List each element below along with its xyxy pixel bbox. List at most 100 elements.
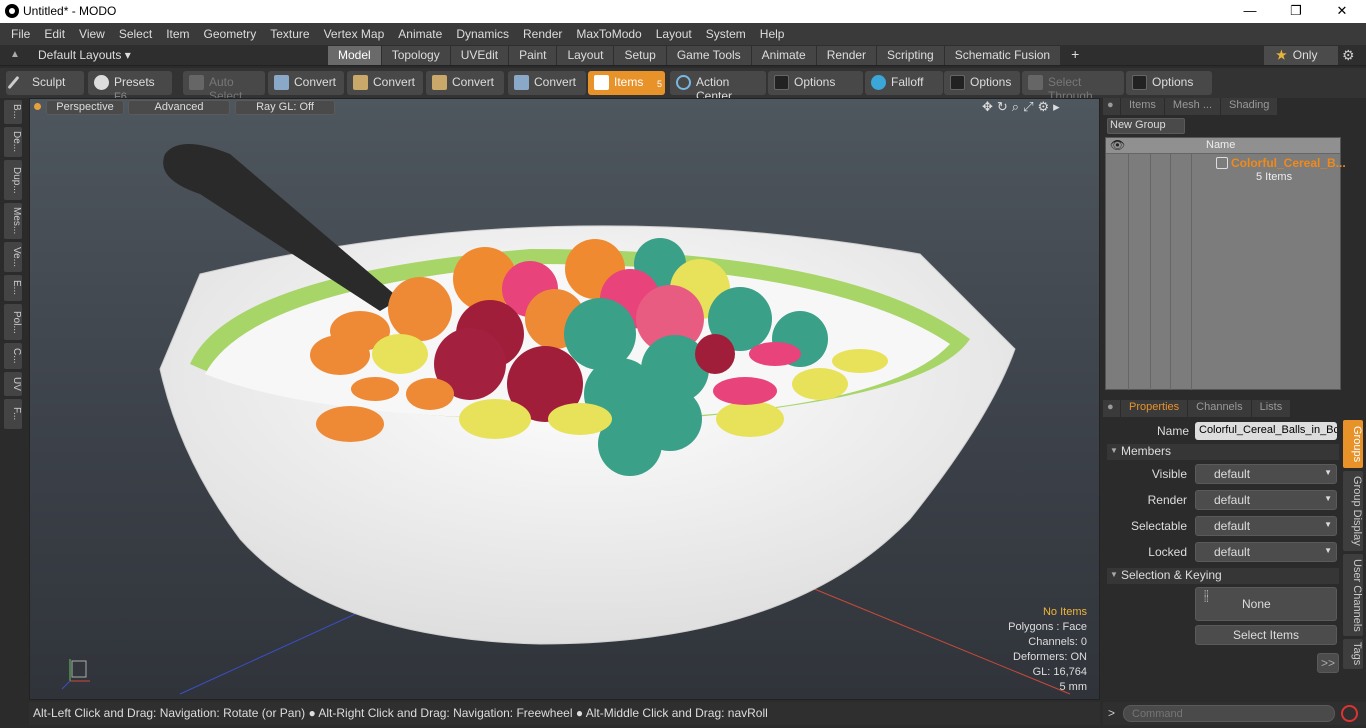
vtab-user-channels[interactable]: User Channels xyxy=(1343,554,1363,636)
tab-model[interactable]: Model xyxy=(328,46,382,65)
tab-schematic-fusion[interactable]: Schematic Fusion xyxy=(944,46,1062,65)
maximize-button[interactable]: ❐ xyxy=(1276,2,1316,22)
locked-label: Locked xyxy=(1148,545,1187,559)
selection-keying-section[interactable]: Selection & Keying xyxy=(1107,568,1339,584)
menu-item[interactable]: Item xyxy=(159,27,196,41)
rail-tab-vertex[interactable]: Ve... xyxy=(4,242,22,272)
visible-label: Visible xyxy=(1151,467,1187,481)
panel-menu-icon[interactable]: ● xyxy=(1103,400,1121,417)
auto-select-button[interactable]: Auto Select xyxy=(183,71,265,103)
only-label: Only xyxy=(1292,48,1318,62)
action-center-button[interactable]: Action Center xyxy=(670,71,766,103)
layout-arrows-icon[interactable]: ▲ xyxy=(10,49,20,60)
render-dropdown[interactable]: default xyxy=(1195,490,1337,510)
command-prompt: > xyxy=(1108,706,1116,720)
tab-topology[interactable]: Topology xyxy=(381,46,451,65)
menu-render[interactable]: Render xyxy=(516,27,569,41)
3d-viewport[interactable]: Perspective Advanced Ray GL: Off ✥↻⌕⤢⚙▸ … xyxy=(29,98,1100,700)
advanced-button[interactable]: Advanced xyxy=(128,100,230,115)
tab-layout[interactable]: Layout xyxy=(557,46,615,65)
minimize-button[interactable]: — xyxy=(1230,2,1270,22)
items-button[interactable]: Items 5 xyxy=(588,71,665,95)
convert-button-1[interactable]: Convert xyxy=(268,71,344,95)
rail-tab-mesh[interactable]: Mes... xyxy=(4,203,22,239)
selectable-dropdown[interactable]: default xyxy=(1195,516,1337,536)
falloff-button[interactable]: Falloff xyxy=(865,71,943,95)
tab-shading[interactable]: Shading xyxy=(1221,98,1279,115)
rail-tab-b[interactable]: B... xyxy=(4,100,22,124)
tab-paint[interactable]: Paint xyxy=(509,46,558,65)
menu-select[interactable]: Select xyxy=(112,27,159,41)
options-button-3[interactable]: Options xyxy=(1126,71,1212,95)
vtab-group-display[interactable]: Group Display xyxy=(1343,471,1363,551)
group-name[interactable]: Colorful_Cereal_B... xyxy=(1231,156,1346,170)
menu-texture[interactable]: Texture xyxy=(263,27,316,41)
menu-maxtomodo[interactable]: MaxToModo xyxy=(569,27,648,41)
tab-scripting[interactable]: Scripting xyxy=(877,46,945,65)
locked-dropdown[interactable]: default xyxy=(1195,542,1337,562)
tab-game-tools[interactable]: Game Tools xyxy=(666,46,752,65)
select-items-button[interactable]: Select Items xyxy=(1195,625,1337,645)
rail-tab-edge[interactable]: E... xyxy=(4,275,22,301)
none-keying-button[interactable]: ⁞⁞ ⁞⁞ None xyxy=(1195,587,1337,621)
gear-icon[interactable]: ⚙ xyxy=(1342,47,1355,64)
convert-button-2[interactable]: Convert xyxy=(347,71,423,95)
name-field[interactable]: Colorful_Cereal_Balls_in_Bc xyxy=(1195,422,1337,440)
sculpt-button[interactable]: Sculpt xyxy=(6,71,84,95)
eye-icon[interactable]: 👁 xyxy=(1110,138,1125,152)
tab-setup[interactable]: Setup xyxy=(614,46,667,65)
add-tab-button[interactable]: + xyxy=(1061,46,1091,65)
rail-tab-curve[interactable]: C... xyxy=(4,343,22,369)
menu-system[interactable]: System xyxy=(699,27,753,41)
menu-animate[interactable]: Animate xyxy=(391,27,449,41)
tab-animate[interactable]: Animate xyxy=(751,46,817,65)
menu-edit[interactable]: Edit xyxy=(37,27,72,41)
tab-mesh[interactable]: Mesh ... xyxy=(1164,98,1222,115)
rail-tab-uv[interactable]: UV xyxy=(4,372,22,396)
menu-view[interactable]: View xyxy=(72,27,112,41)
new-group-button[interactable]: New Group xyxy=(1107,118,1185,134)
select-through-button[interactable]: Select Through xyxy=(1022,71,1124,103)
perspective-button[interactable]: Perspective xyxy=(46,100,124,115)
menu-vertex-map[interactable]: Vertex Map xyxy=(317,27,392,41)
checkbox-icon xyxy=(774,75,789,90)
keying-dots-icon: ⁞⁞ ⁞⁞ xyxy=(1204,589,1209,604)
record-icon[interactable] xyxy=(1341,705,1358,722)
tab-items[interactable]: Items xyxy=(1121,98,1165,115)
rail-tab-polygon[interactable]: Pol... xyxy=(4,304,22,340)
tab-channels[interactable]: Channels xyxy=(1188,400,1252,417)
tab-properties[interactable]: Properties xyxy=(1121,400,1189,417)
selectable-label: Selectable xyxy=(1130,519,1187,533)
options-button-2[interactable]: Options xyxy=(944,71,1020,95)
presets-button[interactable]: Presets F6 xyxy=(88,71,172,103)
menu-geometry[interactable]: Geometry xyxy=(197,27,264,41)
members-section[interactable]: Members xyxy=(1107,444,1339,460)
viewport-nav-icons[interactable]: ✥↻⌕⤢⚙▸ xyxy=(982,99,1064,115)
menu-dynamics[interactable]: Dynamics xyxy=(449,27,516,41)
default-layouts-dropdown[interactable]: Default Layouts ▾ xyxy=(38,48,131,62)
visible-dropdown[interactable]: default xyxy=(1195,464,1337,484)
convert-button-3[interactable]: Convert xyxy=(426,71,504,95)
tab-lists[interactable]: Lists xyxy=(1251,400,1292,417)
menu-layout[interactable]: Layout xyxy=(649,27,699,41)
tab-uvedit[interactable]: UVEdit xyxy=(450,46,510,65)
tab-render[interactable]: Render xyxy=(816,46,878,65)
rail-tab-fusion[interactable]: F... xyxy=(4,399,22,429)
vtab-groups[interactable]: Groups xyxy=(1343,420,1363,468)
falloff-label: Falloff xyxy=(891,75,924,89)
vtab-tags[interactable]: Tags xyxy=(1343,639,1363,669)
raygl-button[interactable]: Ray GL: Off xyxy=(235,100,335,115)
more-button[interactable]: >> xyxy=(1317,653,1339,673)
menu-file[interactable]: File xyxy=(4,27,37,41)
name-column-header[interactable]: Name xyxy=(1206,139,1235,151)
viewport-menu-icon[interactable] xyxy=(34,103,41,110)
rail-tab-duplicate[interactable]: Dup... xyxy=(4,160,22,200)
command-input[interactable] xyxy=(1123,705,1335,722)
close-button[interactable]: ✕ xyxy=(1322,2,1362,22)
options-button-1[interactable]: Options xyxy=(768,71,863,95)
convert-button-4[interactable]: Convert xyxy=(508,71,586,95)
panel-menu-icon[interactable]: ● xyxy=(1103,98,1121,115)
only-button[interactable]: ★ Only xyxy=(1264,46,1338,65)
rail-tab-deform[interactable]: De... xyxy=(4,127,22,157)
menu-help[interactable]: Help xyxy=(753,27,792,41)
